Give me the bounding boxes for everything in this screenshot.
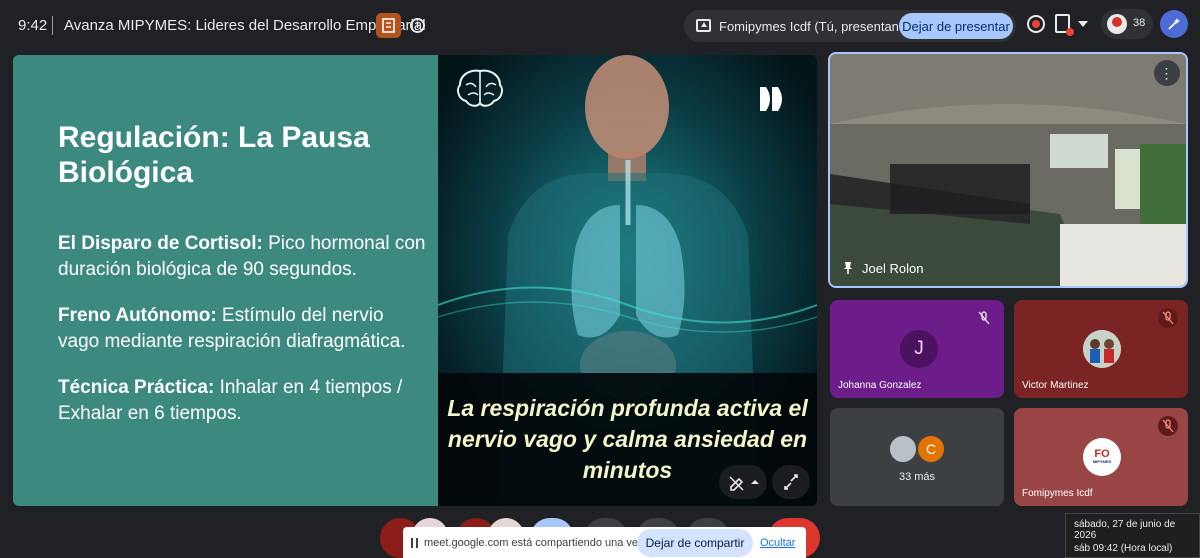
participants-button[interactable]: 38 [1101, 9, 1153, 39]
divider [52, 16, 53, 35]
more-participants-count: 33 más [898, 471, 936, 483]
clock-time: 9:42 [18, 17, 48, 34]
slide-image: La respiración profunda activa el nervio… [438, 55, 817, 506]
date-text: sábado, 27 de junio de 2026 [1074, 519, 1176, 541]
conference-room-video [830, 54, 1186, 286]
mic-off-icon [1158, 416, 1178, 436]
slide-bullet: El Disparo de Cortisol: Pico hormonal co… [58, 231, 428, 283]
annotate-button[interactable] [719, 465, 767, 499]
participant-tile-main[interactable]: ⋮ Joel Rolon [828, 52, 1188, 288]
bullet-term: Técnica Práctica: [58, 377, 215, 398]
info-icon[interactable]: i [410, 18, 425, 33]
bullet-term: El Disparo de Cortisol: [58, 233, 263, 254]
participant-name: Victor Martinez [1022, 380, 1089, 391]
datetime-tooltip: sábado, 27 de junio de 2026 sáb 09:42 (H… [1065, 513, 1200, 558]
participant-tile[interactable]: J Johanna Gonzalez [830, 300, 1004, 398]
pause-icon [411, 538, 418, 548]
gemini-icon[interactable] [1160, 10, 1188, 38]
logo-subtext: MIPYMES [1092, 459, 1112, 464]
pin-icon[interactable] [842, 261, 854, 275]
stop-sharing-button[interactable]: Dejar de compartir [637, 529, 753, 557]
slide-title: Regulación: La Pausa Biológica [58, 121, 370, 189]
hide-link[interactable]: Ocultar [760, 537, 795, 549]
logo-text: FO [1094, 448, 1110, 460]
avatar [1083, 330, 1121, 368]
pen-icon [729, 476, 759, 491]
notes-icon[interactable] [376, 13, 401, 38]
brand-logo-icon [760, 87, 782, 111]
more-options-icon[interactable]: ⋮ [1154, 60, 1180, 86]
avatar: J [900, 330, 938, 368]
present-screen-icon [696, 19, 711, 32]
transcript-icon[interactable] [1055, 14, 1074, 36]
participant-count: 38 [1133, 17, 1146, 29]
presenting-label: Fomipymes Icdf (Tú, presentando) [719, 19, 918, 34]
avatar [888, 434, 918, 464]
mic-off-icon [974, 308, 994, 328]
slide-text-panel: Regulación: La Pausa Biológica El Dispar… [13, 55, 438, 506]
presenting-indicator: Fomipymes Icdf (Tú, presentando) Dejar d… [684, 10, 1016, 42]
sharing-notification-bar: meet.google.com está compartiendo una ve… [403, 527, 806, 558]
participant-name: Fomipymes Icdf [1022, 488, 1093, 499]
top-bar: 9:42 Avanza MIPYMES: Lideres del Desarro… [0, 0, 1200, 50]
participant-name: Joel Rolon [862, 261, 924, 276]
participant-tile[interactable]: Victor Martinez [1014, 300, 1188, 398]
fomipymes-logo: FO MIPYMES [1083, 438, 1121, 476]
meeting-title: Avanza MIPYMES: Lideres del Desarrollo E… [64, 17, 426, 34]
more-participants-tile[interactable]: C 33 más [830, 408, 1004, 506]
record-icon[interactable] [1027, 15, 1045, 33]
participant-name: Johanna Gonzalez [838, 380, 922, 391]
avatar: C [916, 434, 946, 464]
chevron-down-icon[interactable] [1078, 21, 1088, 27]
slide-bullet: Técnica Práctica: Inhalar en 4 tiempos /… [58, 375, 428, 427]
avatar [1107, 14, 1127, 34]
brain-icon [457, 69, 503, 107]
sharing-message: meet.google.com está compartiendo una ve… [424, 537, 669, 549]
time-text: sáb 09:42 (Hora local) [1074, 543, 1173, 554]
slide-bullet: Freno Autónomo: Estímulo del nervio vago… [58, 303, 428, 355]
shared-slide: Regulación: La Pausa Biológica El Dispar… [13, 55, 817, 506]
mic-off-icon [1158, 308, 1178, 328]
expand-icon [784, 474, 798, 490]
stop-presenting-button[interactable]: Dejar de presentar [899, 13, 1013, 39]
bullet-term: Freno Autónomo: [58, 305, 217, 326]
fullscreen-button[interactable] [772, 465, 810, 499]
participant-tile[interactable]: FO MIPYMES Fomipymes Icdf [1014, 408, 1188, 506]
